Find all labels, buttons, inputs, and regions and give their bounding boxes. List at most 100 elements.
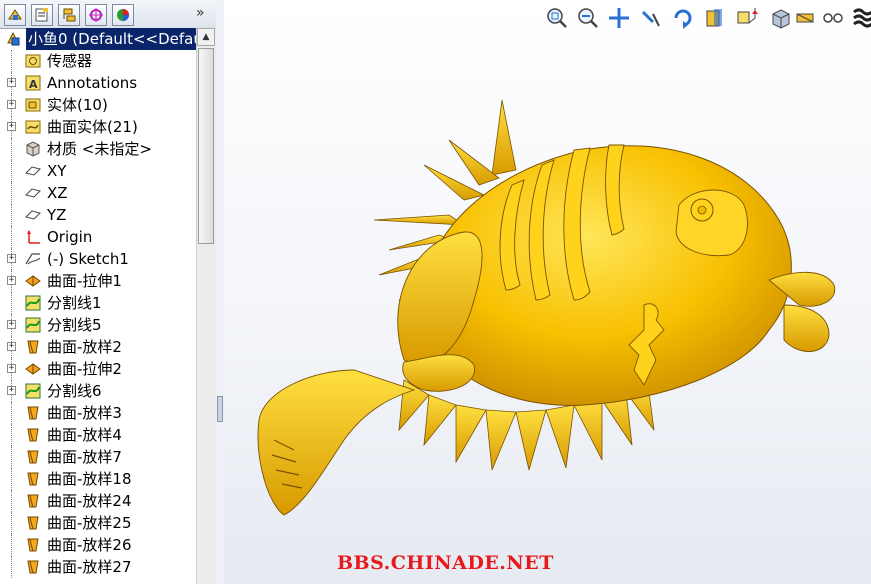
tree-item[interactable]: 曲面-放样25 [0, 512, 196, 534]
surface-extrude-icon [24, 272, 42, 290]
expand-toggle-icon[interactable]: + [7, 342, 16, 351]
tree-connector-line [11, 424, 12, 446]
dimxpert-tab[interactable] [85, 4, 107, 26]
tree-connector-line [11, 512, 12, 534]
tree-connector-line [11, 468, 12, 490]
material-icon [24, 140, 42, 158]
tree-item[interactable]: 曲面-放样4 [0, 424, 196, 446]
property-manager-tab[interactable] [31, 4, 53, 26]
expand-toggle-icon[interactable]: + [7, 276, 16, 285]
tree-connector-line [11, 138, 12, 160]
graphics-viewport[interactable]: BBS.CHINADE.NET [224, 0, 871, 584]
surface-loft-icon [24, 448, 42, 466]
scroll-up-arrow-icon[interactable]: ▲ [197, 28, 215, 46]
tree-item[interactable]: YZ [0, 204, 196, 226]
tree-item[interactable]: Origin [0, 226, 196, 248]
tree-item[interactable]: + 分割线5 [0, 314, 196, 336]
tree-item-label: YZ [47, 206, 67, 224]
plane-icon [24, 162, 42, 180]
tree-item[interactable]: + 曲面-拉伸1 [0, 270, 196, 292]
more-tabs-chevron-icon[interactable]: » [196, 5, 205, 21]
sensor-icon [24, 52, 42, 70]
tree-item[interactable]: XY [0, 160, 196, 182]
expand-toggle-icon[interactable]: + [7, 364, 16, 373]
tree-connector-line [11, 50, 12, 72]
tree-item[interactable]: 曲面-放样27 [0, 556, 196, 578]
dimxpert-icon [89, 8, 103, 22]
surface-loft-icon [24, 514, 42, 532]
scroll-thumb[interactable] [198, 48, 214, 244]
tree-item-label: 曲面-放样25 [47, 514, 132, 532]
expand-toggle-icon[interactable]: + [7, 122, 16, 131]
expand-toggle-icon[interactable]: + [7, 320, 16, 329]
tree-connector-line [11, 182, 12, 204]
fish-lower-lip [783, 304, 830, 352]
tree-item-label: 分割线6 [47, 382, 102, 400]
tree-item[interactable]: 曲面-放样18 [0, 468, 196, 490]
configuration-manager-tab[interactable] [58, 4, 80, 26]
sketch-icon [24, 250, 42, 268]
expand-toggle-icon[interactable]: + [7, 254, 16, 263]
tree-root-part[interactable]: 小鱼0 (Default<<Defau [0, 28, 196, 50]
expand-toggle-icon[interactable]: + [7, 386, 16, 395]
expand-toggle-icon[interactable]: + [7, 78, 16, 87]
tree-item-label: 曲面-拉伸1 [47, 272, 122, 290]
tree-item[interactable]: XZ [0, 182, 196, 204]
tree-item[interactable]: 曲面-放样26 [0, 534, 196, 556]
tree-connector-line [11, 160, 12, 182]
tree-item-label: (-) Sketch1 [47, 250, 129, 268]
plane-icon [24, 206, 42, 224]
surface-loft-icon [24, 536, 42, 554]
tree-item-label: XZ [47, 184, 68, 202]
surface-loft-icon [24, 404, 42, 422]
split-line-icon [24, 316, 42, 334]
feature-tree: 小鱼0 (Default<<Defau 传感器 + A Annotations + 实体(1… [0, 28, 196, 584]
tree-item-label: 分割线1 [47, 294, 102, 312]
tree-item[interactable]: + 曲面-拉伸2 [0, 358, 196, 380]
tree-item[interactable]: + 实体(10) [0, 94, 196, 116]
tree-item-label: 曲面实体(21) [47, 118, 138, 136]
svg-text:A: A [29, 78, 38, 91]
tree-connector-line [11, 226, 12, 248]
feature-manager-tab[interactable] [4, 4, 26, 26]
tree-item-label: 曲面-放样24 [47, 492, 132, 510]
fish-model[interactable] [224, 0, 871, 584]
tree-item[interactable]: 传感器 [0, 50, 196, 72]
tree-item-label: 曲面-放样7 [47, 448, 122, 466]
tree-item[interactable]: 材质 <未指定> [0, 138, 196, 160]
display-manager-tab[interactable] [112, 4, 134, 26]
surface-loft-icon [24, 558, 42, 576]
splitter-handle[interactable] [217, 396, 223, 422]
tree-item[interactable]: + 分割线6 [0, 380, 196, 402]
tree-item-label: Annotations [47, 74, 138, 92]
tree-item-label: 曲面-放样27 [47, 558, 132, 576]
tree-item-label: Origin [47, 228, 93, 246]
tree-item[interactable]: 分割线1 [0, 292, 196, 314]
tree-item-label: 曲面-放样2 [47, 338, 122, 356]
tree-item[interactable]: 曲面-放样7 [0, 446, 196, 468]
surface-extrude-icon [24, 360, 42, 378]
watermark-text: BBS.CHINADE.NET [337, 552, 554, 574]
tree-connector-line [11, 292, 12, 314]
tree-item-label: 实体(10) [47, 96, 108, 114]
tree-scrollbar[interactable]: ▲ [196, 28, 216, 584]
panel-tab-bar: » [0, 0, 216, 29]
panel-splitter[interactable] [216, 0, 224, 584]
tree-item[interactable]: + 曲面-放样2 [0, 336, 196, 358]
surface-bodies-icon [24, 118, 42, 136]
surface-loft-icon [24, 492, 42, 510]
tree-item[interactable]: 曲面-放样24 [0, 490, 196, 512]
part-icon [5, 30, 23, 48]
tree-item[interactable]: + A Annotations [0, 72, 196, 94]
tree-item-label: 曲面-放样3 [47, 404, 122, 422]
tree-connector-line [11, 534, 12, 556]
split-line-icon [24, 294, 42, 312]
fish-eye-socket [675, 189, 748, 257]
tree-item-label: 小鱼0 (Default<<Defau [26, 28, 196, 50]
tree-item[interactable]: 曲面-放样3 [0, 402, 196, 424]
tree-connector-line [11, 446, 12, 468]
tree-item[interactable]: + (-) Sketch1 [0, 248, 196, 270]
tree-item-label: 曲面-拉伸2 [47, 360, 122, 378]
tree-item[interactable]: + 曲面实体(21) [0, 116, 196, 138]
expand-toggle-icon[interactable]: + [7, 100, 16, 109]
